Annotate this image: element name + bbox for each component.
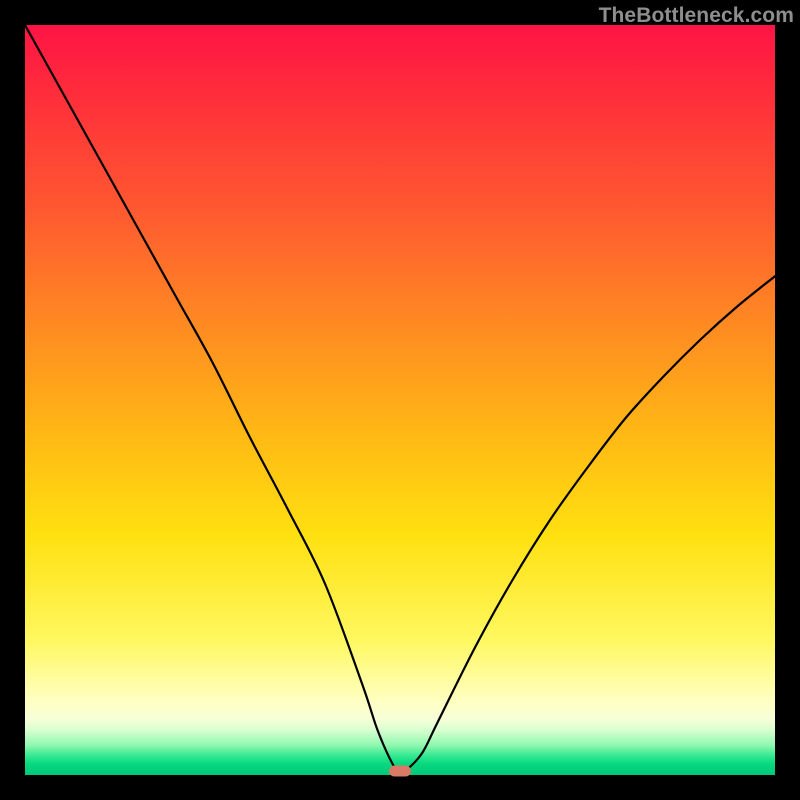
chart-frame: TheBottleneck.com bbox=[0, 0, 800, 800]
watermark-text: TheBottleneck.com bbox=[599, 4, 794, 28]
bottleneck-curve bbox=[25, 25, 775, 775]
plot-area bbox=[25, 25, 775, 775]
min-marker bbox=[389, 766, 411, 777]
